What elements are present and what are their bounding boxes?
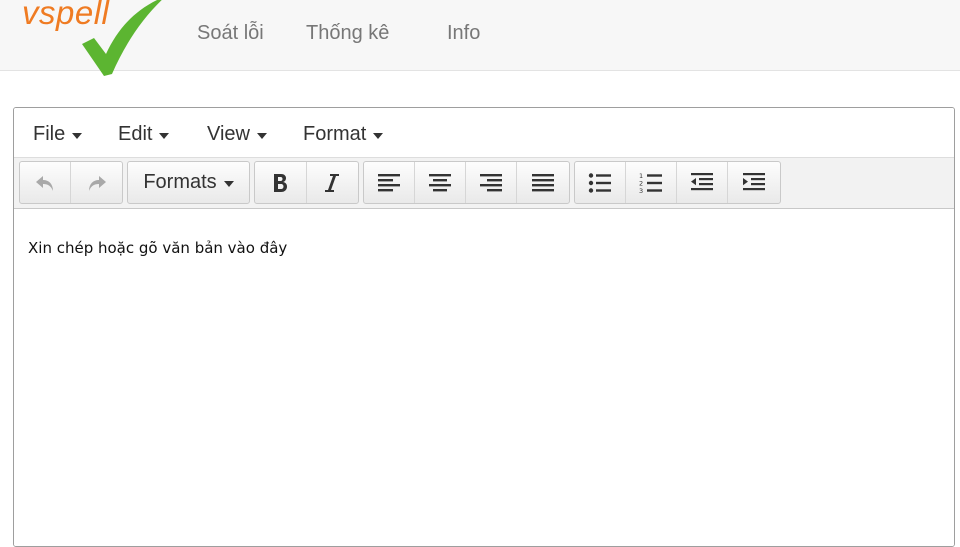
align-right-button[interactable] [466,162,517,203]
editor-content-area[interactable]: Xin chép hoặc gõ văn bản vào đây [14,209,954,546]
text-style-group [254,161,359,204]
list-group: 1 2 3 [574,161,781,204]
formats-dropdown[interactable]: Formats [128,162,249,203]
caret-down-icon [373,132,384,139]
caret-down-icon [72,132,83,139]
menu-edit-label: Edit [118,123,153,145]
undo-icon [36,175,53,191]
menu-file-label: File [33,123,66,145]
alignment-group [363,161,570,204]
caret-down-icon [223,180,234,187]
menu-view-label: View [207,123,250,145]
undo-button[interactable] [20,162,71,203]
vspell-logo[interactable]: vspell [22,0,162,78]
outdent-icon [691,172,713,190]
align-right-icon [480,173,502,191]
menu-format[interactable]: Format [303,123,384,146]
checkmark-icon [82,0,162,76]
indent-button[interactable] [728,162,779,203]
bullet-list-button[interactable] [575,162,626,203]
svg-text:3: 3 [639,187,643,194]
align-center-icon [429,173,451,191]
italic-icon [325,173,340,192]
editor-placeholder-text: Xin chép hoặc gõ văn bản vào đây [28,239,288,257]
align-left-icon [378,173,400,191]
indent-icon [742,172,765,190]
align-left-button[interactable] [364,162,415,203]
outdent-button[interactable] [677,162,728,203]
numbered-list-icon: 1 2 3 [639,172,662,194]
align-justify-button[interactable] [517,162,568,203]
menu-view[interactable]: View [207,123,267,146]
bold-button[interactable] [255,162,307,203]
align-center-button[interactable] [415,162,466,203]
history-group [19,161,123,204]
redo-button[interactable] [71,162,122,203]
menu-file[interactable]: File [33,123,83,146]
redo-icon [88,175,106,191]
formats-group: Formats [127,161,250,204]
bold-icon [274,173,288,192]
nav-thong-ke[interactable]: Thống kê [306,22,389,45]
top-navbar: vspell Soát lỗi Thống kê Info [0,0,960,76]
caret-down-icon [159,132,170,139]
bullet-list-icon [588,172,611,193]
editor-menubar: File Edit View Format [14,108,954,158]
menu-edit[interactable]: Edit [118,123,170,146]
italic-button[interactable] [307,162,359,203]
caret-down-icon [257,132,267,139]
formats-label: Formats [143,171,217,193]
nav-soat-loi[interactable]: Soát lỗi [197,22,264,45]
nav-info[interactable]: Info [447,22,480,45]
align-justify-icon [531,173,554,191]
rich-text-editor: File Edit View Format Formats 1 2 3 Xin … [13,107,955,547]
menu-format-label: Format [303,123,367,145]
editor-toolbar: Formats 1 2 3 [14,158,954,209]
numbered-list-button[interactable]: 1 2 3 [626,162,677,203]
